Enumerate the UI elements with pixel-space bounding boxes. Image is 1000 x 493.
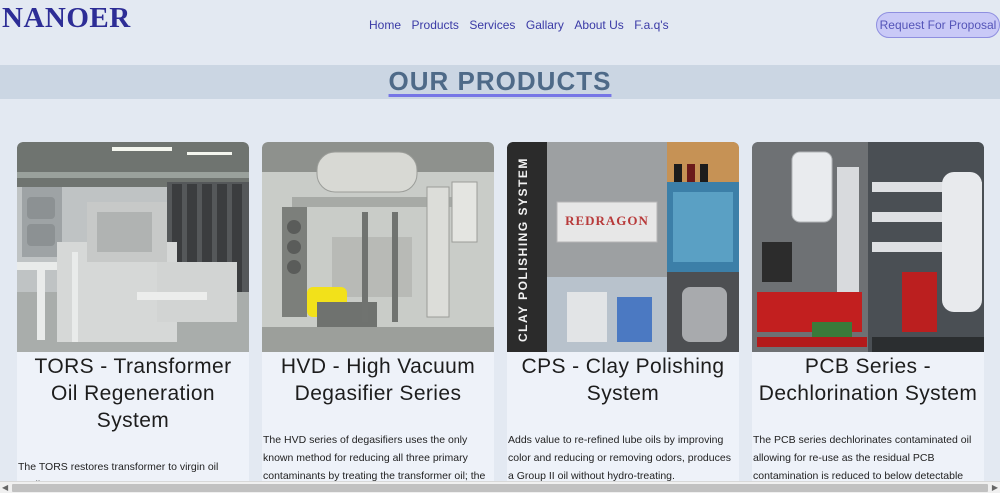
product-image-hvd [262,142,494,352]
product-card-tors[interactable]: TORS - Transformer Oil Regeneration Syst… [17,142,249,487]
product-title-hvd: HVD - High Vacuum Degasifier Series [280,355,476,405]
cps-side-text: CLAY POLISHING SYSTEM [516,157,530,342]
cps-sign-text: REDRAGON [565,213,649,228]
horizontal-scrollbar[interactable]: ◀ ▶ [0,481,1000,493]
nav-home[interactable]: Home [369,18,401,32]
nav-products[interactable]: Products [412,18,459,32]
nav-faqs[interactable]: F.a.q's [634,18,668,32]
nav-about-us[interactable]: About Us [574,18,623,32]
main-nav: Home Products Services Gallary About Us … [369,18,679,32]
product-title-cps: CPS - Clay Polishing System [521,355,725,405]
nav-gallary[interactable]: Gallary [526,18,564,32]
scroll-left-icon[interactable]: ◀ [2,483,8,492]
site-header: NANOER Home Products Services Gallary Ab… [0,0,1000,60]
site-logo[interactable]: NANOER [2,2,131,35]
product-card-hvd[interactable]: HVD - High Vacuum Degasifier Series The … [262,142,494,487]
section-title: OUR PRODUCTS [388,66,612,96]
product-desc-cps: Adds value to re-refined lube oils by im… [508,434,731,482]
scrollbar-thumb[interactable] [12,484,988,492]
product-card-cps[interactable]: CLAY POLISHING SYSTEM REDRAGON CPS - Cla… [507,142,739,487]
product-title-pcb: PCB Series - Dechlorination System [758,355,978,405]
request-proposal-button[interactable]: Request For Proposal [876,12,1000,38]
nav-services[interactable]: Services [469,18,515,32]
product-desc-pcb: The PCB series dechlorinates contaminate… [753,434,972,482]
product-image-cps: CLAY POLISHING SYSTEM REDRAGON [507,142,739,352]
product-desc-hvd: The HVD series of degasifiers uses the o… [263,434,486,482]
product-image-tors [17,142,249,352]
product-card-pcb[interactable]: PCB Series - Dechlorination System The P… [752,142,984,487]
product-title-tors: TORS - Transformer Oil Regeneration Syst… [34,355,232,432]
product-image-pcb [752,142,984,352]
scroll-right-icon[interactable]: ▶ [992,483,998,492]
